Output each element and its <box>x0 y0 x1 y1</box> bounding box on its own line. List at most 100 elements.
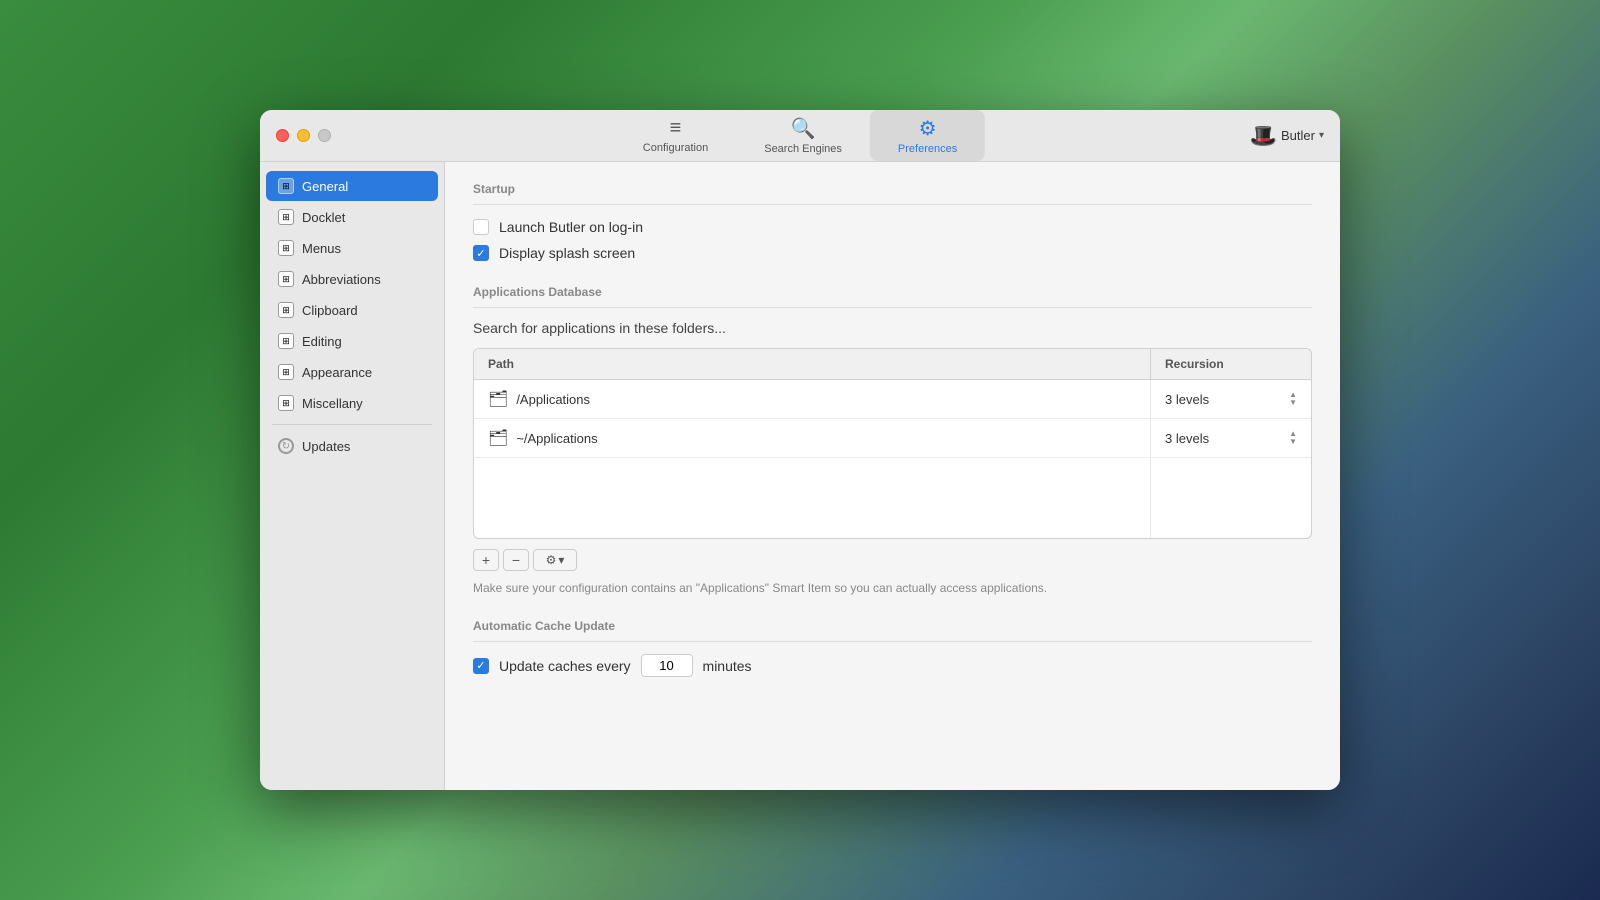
sidebar-item-miscellany[interactable]: ⊞ Miscellany <box>266 388 438 418</box>
sidebar-label-general: General <box>302 179 348 194</box>
recursion-stepper-1[interactable]: ▲ ▼ <box>1289 391 1297 407</box>
tab-preferences-label: Preferences <box>898 143 957 155</box>
recursion-cell-1: 3 levels ▲ ▼ <box>1151 382 1311 416</box>
recursion-value-1: 3 levels <box>1165 392 1209 407</box>
cache-minutes-input[interactable] <box>641 654 693 677</box>
configuration-icon: ≡ <box>670 117 682 140</box>
cache-update-label: Update caches every <box>499 658 631 674</box>
cache-title: Automatic Cache Update <box>473 619 1312 642</box>
clipboard-icon: ⊞ <box>278 302 294 318</box>
sidebar-label-miscellany: Miscellany <box>302 396 363 411</box>
recursion-cell-2: 3 levels ▲ ▼ <box>1151 421 1311 455</box>
empty-rows <box>474 458 1311 538</box>
path-value-1: /Applications <box>516 392 590 407</box>
table-header: Path Recursion <box>474 349 1311 380</box>
search-folders-label: Search for applications in these folders… <box>473 320 1312 336</box>
add-icon: + <box>482 552 490 568</box>
tab-search-engines-label: Search Engines <box>764 143 842 155</box>
sidebar-item-appearance[interactable]: ⊞ Appearance <box>266 357 438 387</box>
splash-checkbox[interactable]: ✓ <box>473 245 489 261</box>
search-engines-icon: 🔍 <box>791 116 816 141</box>
butler-button[interactable]: 🎩 Butler ▾ <box>1250 123 1324 149</box>
sidebar: ⊞ General ⊞ Docklet ⊞ Menus ⊞ Abbreviati… <box>260 162 445 790</box>
traffic-lights <box>276 129 331 142</box>
maximize-button[interactable] <box>318 129 331 142</box>
preferences-icon: ⚙ <box>919 116 937 141</box>
table-row[interactable]: 🗂 /Applications 3 levels ▲ ▼ <box>474 380 1311 419</box>
menus-icon: ⊞ <box>278 240 294 256</box>
titlebar: ≡ Configuration 🔍 Search Engines ⚙ Prefe… <box>260 110 1340 162</box>
sidebar-item-editing[interactable]: ⊞ Editing <box>266 326 438 356</box>
sidebar-label-appearance: Appearance <box>302 365 372 380</box>
path-cell-1: 🗂 /Applications <box>474 380 1151 418</box>
sidebar-item-updates[interactable]: ↻ Updates <box>266 431 438 461</box>
minutes-label: minutes <box>703 658 752 674</box>
empty-path <box>474 458 1151 538</box>
sidebar-label-updates: Updates <box>302 439 350 454</box>
cache-row: ✓ Update caches every minutes <box>473 654 1312 677</box>
general-icon: ⊞ <box>278 178 294 194</box>
path-value-2: ~/Applications <box>516 431 597 446</box>
sidebar-item-clipboard[interactable]: ⊞ Clipboard <box>266 295 438 325</box>
gear-chevron-icon: ▾ <box>558 553 564 567</box>
remove-folder-button[interactable]: − <box>503 549 529 571</box>
add-folder-button[interactable]: + <box>473 549 499 571</box>
cache-section: Automatic Cache Update ✓ Update caches e… <box>473 619 1312 677</box>
sidebar-label-abbreviations: Abbreviations <box>302 272 381 287</box>
tab-search-engines[interactable]: 🔍 Search Engines <box>736 110 870 161</box>
minimize-button[interactable] <box>297 129 310 142</box>
sidebar-label-editing: Editing <box>302 334 342 349</box>
stepper-down-icon: ▼ <box>1289 399 1297 407</box>
sidebar-item-general[interactable]: ⊞ General <box>266 171 438 201</box>
startup-section: Startup Launch Butler on log-in ✓ Displa… <box>473 182 1312 261</box>
tab-preferences[interactable]: ⚙ Preferences <box>870 110 985 161</box>
empty-recursion <box>1151 458 1311 538</box>
sidebar-item-docklet[interactable]: ⊞ Docklet <box>266 202 438 232</box>
tab-configuration-label: Configuration <box>643 142 708 154</box>
col-path: Path <box>474 349 1151 379</box>
editing-icon: ⊞ <box>278 333 294 349</box>
sidebar-label-menus: Menus <box>302 241 341 256</box>
folder-icon-2: 🗂 <box>488 428 508 448</box>
sidebar-label-docklet: Docklet <box>302 210 345 225</box>
startup-title: Startup <box>473 182 1312 205</box>
launch-row: Launch Butler on log-in <box>473 219 1312 235</box>
hint-text: Make sure your configuration contains an… <box>473 581 1312 595</box>
table-controls: + − ⚙ ▾ <box>473 549 1312 571</box>
app-window: ≡ Configuration 🔍 Search Engines ⚙ Prefe… <box>260 110 1340 790</box>
path-cell-2: 🗂 ~/Applications <box>474 419 1151 457</box>
updates-icon: ↻ <box>278 438 294 454</box>
remove-icon: − <box>512 552 520 568</box>
miscellany-icon: ⊞ <box>278 395 294 411</box>
sidebar-item-abbreviations[interactable]: ⊞ Abbreviations <box>266 264 438 294</box>
check-icon: ✓ <box>476 659 485 672</box>
splash-label: Display splash screen <box>499 245 635 261</box>
sidebar-divider <box>272 424 432 425</box>
sidebar-item-menus[interactable]: ⊞ Menus <box>266 233 438 263</box>
tab-bar: ≡ Configuration 🔍 Search Engines ⚙ Prefe… <box>615 110 985 161</box>
main-content: ⊞ General ⊞ Docklet ⊞ Menus ⊞ Abbreviati… <box>260 162 1340 790</box>
applications-db-section: Applications Database Search for applica… <box>473 285 1312 595</box>
splash-row: ✓ Display splash screen <box>473 245 1312 261</box>
table-row[interactable]: 🗂 ~/Applications 3 levels ▲ ▼ <box>474 419 1311 458</box>
col-recursion: Recursion <box>1151 349 1311 379</box>
launch-checkbox[interactable] <box>473 219 489 235</box>
stepper-down-icon: ▼ <box>1289 438 1297 446</box>
butler-chevron-icon: ▾ <box>1319 130 1324 141</box>
butler-label: Butler <box>1281 128 1315 143</box>
recursion-value-2: 3 levels <box>1165 431 1209 446</box>
content-area: Startup Launch Butler on log-in ✓ Displa… <box>445 162 1340 790</box>
folder-icon-1: 🗂 <box>488 389 508 409</box>
appdb-title: Applications Database <box>473 285 1312 308</box>
close-button[interactable] <box>276 129 289 142</box>
tab-configuration[interactable]: ≡ Configuration <box>615 111 736 160</box>
launch-label: Launch Butler on log-in <box>499 219 643 235</box>
butler-icon: 🎩 <box>1250 123 1277 149</box>
gear-button[interactable]: ⚙ ▾ <box>533 549 577 571</box>
docklet-icon: ⊞ <box>278 209 294 225</box>
gear-icon: ⚙ <box>546 553 557 567</box>
cache-checkbox[interactable]: ✓ <box>473 658 489 674</box>
folder-table: Path Recursion 🗂 /Applications 3 levels … <box>473 348 1312 539</box>
sidebar-label-clipboard: Clipboard <box>302 303 358 318</box>
recursion-stepper-2[interactable]: ▲ ▼ <box>1289 430 1297 446</box>
